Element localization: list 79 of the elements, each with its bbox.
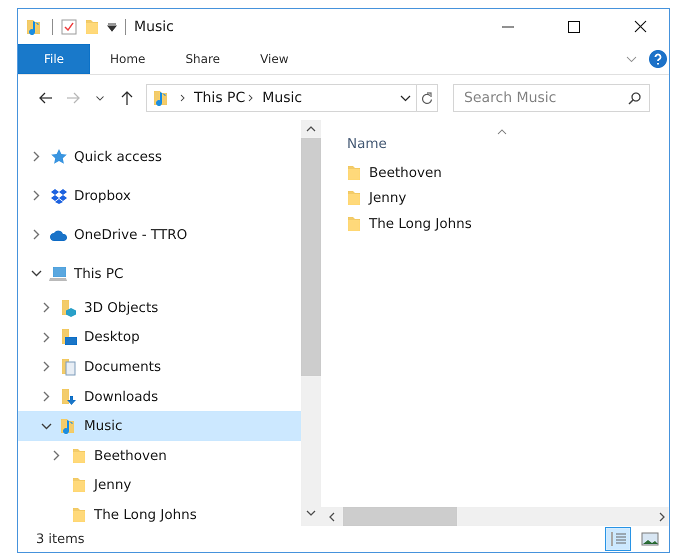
expand-chevron-icon[interactable] bbox=[52, 450, 60, 462]
refresh-icon[interactable] bbox=[421, 92, 433, 104]
file-name[interactable]: Jenny bbox=[369, 190, 406, 206]
cloud-icon bbox=[50, 228, 68, 240]
scroll-right-icon[interactable] bbox=[659, 512, 665, 522]
computer-icon bbox=[49, 266, 68, 282]
expand-chevron-icon[interactable] bbox=[32, 229, 40, 240]
folder-icon bbox=[72, 477, 86, 494]
file-name[interactable]: Beethoven bbox=[369, 164, 442, 181]
minimize-icon bbox=[502, 26, 514, 28]
scroll-up-icon[interactable] bbox=[306, 126, 316, 132]
search-icon bbox=[628, 92, 641, 105]
expand-chevron-icon[interactable] bbox=[42, 391, 50, 402]
breadcrumb-chevron-icon[interactable] bbox=[248, 94, 254, 102]
nav-item[interactable]: The Long Johns bbox=[18, 500, 301, 530]
folder-icon bbox=[347, 190, 361, 206]
collapse-chevron-icon[interactable] bbox=[30, 270, 42, 277]
column-header[interactable]: Name bbox=[347, 136, 391, 156]
3d-folder-icon bbox=[60, 298, 76, 317]
scrollbar[interactable] bbox=[301, 120, 321, 526]
expand-chevron-icon[interactable] bbox=[42, 302, 50, 314]
folder-icon bbox=[72, 448, 86, 464]
details-view-icon bbox=[609, 531, 627, 547]
file-name[interactable]: The Long Johns bbox=[369, 216, 472, 232]
nav-item[interactable]: 3D Objects bbox=[18, 293, 301, 323]
scroll-left-icon[interactable] bbox=[329, 512, 335, 522]
horizontal-scrollbar[interactable] bbox=[321, 507, 669, 526]
scrollbar-thumb[interactable] bbox=[343, 507, 457, 526]
sort-ascending-icon bbox=[497, 129, 507, 135]
breadcrumb[interactable]: Music bbox=[262, 90, 302, 106]
properties-icon[interactable] bbox=[61, 18, 77, 34]
nav-item[interactable]: Beethoven bbox=[18, 440, 301, 471]
ribbon-tab[interactable]: View bbox=[240, 44, 309, 74]
back-arrow-icon bbox=[38, 92, 52, 104]
nav-item[interactable]: Jenny bbox=[18, 470, 301, 500]
expand-chevron-icon[interactable] bbox=[42, 361, 50, 372]
preview-view-icon bbox=[641, 532, 659, 546]
dropdown-icon[interactable] bbox=[107, 22, 117, 32]
documents-folder-icon bbox=[60, 358, 76, 376]
scrollbar-thumb[interactable] bbox=[301, 138, 321, 376]
expand-ribbon-icon[interactable] bbox=[626, 56, 637, 62]
help-icon[interactable] bbox=[649, 50, 667, 68]
folder-icon bbox=[72, 506, 86, 523]
address-bar[interactable]: This PC Music bbox=[146, 84, 438, 112]
star-icon bbox=[50, 148, 68, 165]
expand-chevron-icon[interactable] bbox=[42, 332, 50, 343]
window-title: Music bbox=[134, 18, 175, 34]
nav-item[interactable]: Desktop bbox=[18, 322, 301, 352]
item-count: 3 items bbox=[36, 532, 85, 546]
file-menu-tab[interactable]: File bbox=[18, 44, 90, 74]
collapse-chevron-icon[interactable] bbox=[40, 422, 52, 430]
history-dropdown-icon[interactable] bbox=[400, 94, 411, 102]
breadcrumb-chevron-icon[interactable] bbox=[180, 94, 185, 102]
ribbon-tab[interactable]: Home bbox=[90, 44, 166, 74]
nav-item[interactable]: This PC bbox=[18, 254, 301, 293]
nav-item[interactable]: Dropbox bbox=[18, 176, 301, 215]
nav-item[interactable]: Downloads bbox=[18, 382, 301, 412]
close-icon bbox=[634, 20, 646, 33]
ribbon-tab[interactable]: Share bbox=[165, 44, 240, 74]
scroll-down-icon[interactable] bbox=[306, 510, 316, 516]
expand-chevron-icon[interactable] bbox=[32, 190, 40, 201]
nav-item[interactable]: OneDrive - TTRO bbox=[18, 215, 301, 254]
forward-arrow-icon bbox=[66, 92, 80, 104]
maximize-icon bbox=[568, 20, 580, 32]
nav-item[interactable]: Documents bbox=[18, 352, 301, 382]
dropbox-icon bbox=[50, 188, 68, 204]
folder-icon bbox=[347, 216, 361, 232]
folder-icon bbox=[347, 164, 361, 181]
downloads-folder-icon bbox=[60, 388, 76, 406]
up-arrow-icon bbox=[120, 91, 132, 105]
new-folder-icon bbox=[85, 18, 99, 34]
nav-item[interactable]: Quick access bbox=[18, 137, 301, 176]
caret-icon bbox=[96, 96, 104, 100]
nav-item[interactable]: Music bbox=[18, 411, 301, 441]
breadcrumb[interactable]: This PC bbox=[194, 90, 246, 106]
desktop-folder-icon bbox=[60, 328, 76, 346]
search-field[interactable]: Search Music bbox=[453, 84, 650, 112]
view-button[interactable] bbox=[605, 527, 631, 551]
expand-chevron-icon[interactable] bbox=[32, 151, 40, 162]
